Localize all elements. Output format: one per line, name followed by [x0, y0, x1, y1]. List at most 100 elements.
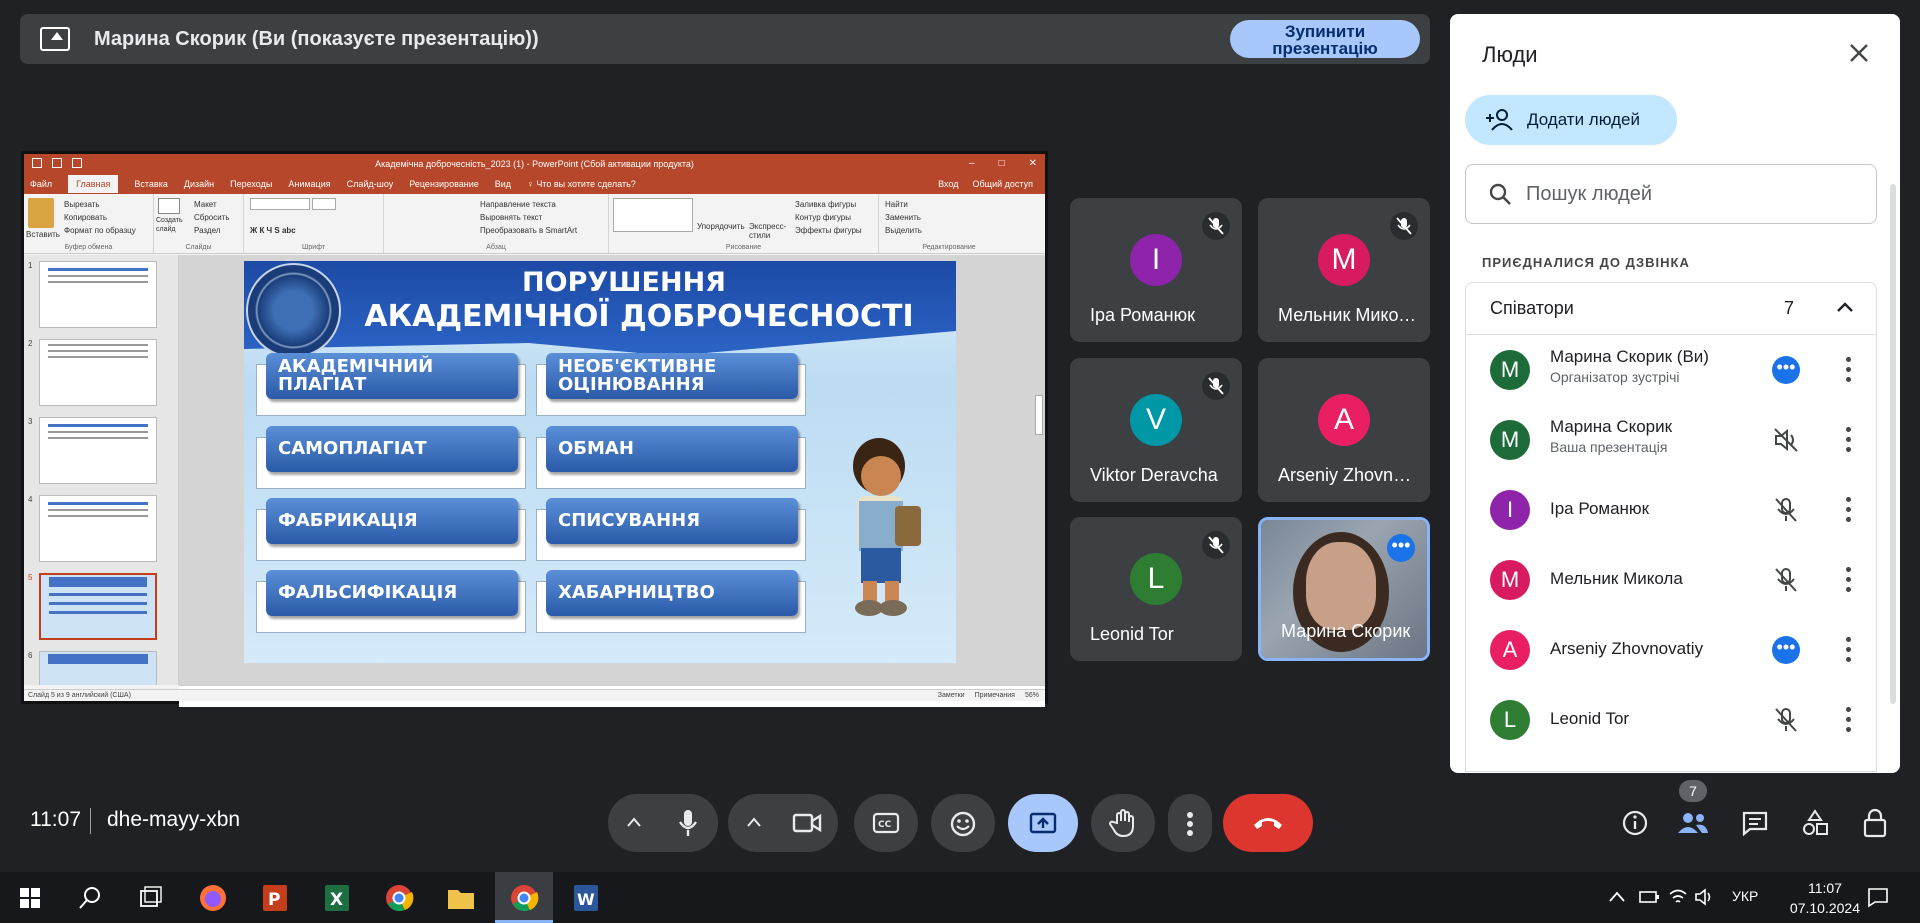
notes-toggle[interactable]: Заметки — [938, 690, 965, 702]
tell-me-search[interactable]: ♀ Что вы хотите сделать? — [527, 179, 636, 189]
participant-row[interactable]: A Arseniy Zhovnovatiy ••• — [1466, 615, 1876, 685]
copy-button[interactable]: Копировать — [64, 211, 147, 224]
more-options-button[interactable] — [1168, 794, 1212, 852]
participant-tile[interactable]: L Leonid Tor — [1070, 517, 1242, 661]
quick-styles-button[interactable]: Экспресс-стили — [749, 222, 789, 240]
people-icon[interactable] — [1676, 811, 1710, 835]
tab-home[interactable]: Главная — [68, 175, 119, 193]
zoom-level[interactable]: 56% — [1025, 690, 1039, 702]
firefox-icon[interactable] — [195, 880, 231, 916]
shapes-gallery[interactable] — [613, 198, 693, 232]
more-options-icon[interactable] — [1846, 707, 1852, 733]
slide-thumbnail-1[interactable] — [39, 261, 157, 328]
captions-button[interactable]: CC — [854, 794, 918, 852]
save-icon[interactable] — [32, 158, 42, 168]
find-button[interactable]: Найти — [885, 198, 1013, 211]
participant-row[interactable]: M Марина Скорик (Ви) Організатор зустріч… — [1466, 335, 1876, 405]
system-clock[interactable]: 11:07 07.10.2024 — [1790, 878, 1860, 918]
slide-thumbnail-6[interactable] — [39, 651, 157, 685]
wifi-icon[interactable] — [1668, 888, 1688, 906]
camera-button[interactable] — [778, 794, 838, 852]
maximize-icon[interactable]: □ — [999, 154, 1005, 174]
share-link[interactable]: Общий доступ — [973, 179, 1033, 189]
participant-row[interactable]: L Leonid Tor — [1466, 685, 1876, 755]
search-input[interactable] — [1526, 182, 1826, 206]
slide-thumbnail-5[interactable] — [39, 573, 157, 640]
replace-button[interactable]: Заменить — [885, 211, 1013, 224]
tab-file[interactable]: Файл — [30, 179, 52, 189]
file-explorer-icon[interactable] — [443, 880, 479, 916]
slide-thumbnail-4[interactable] — [39, 495, 157, 562]
participant-tile[interactable]: A Arseniy Zhovnovatiy — [1258, 358, 1430, 502]
tab-design[interactable]: Дизайн — [184, 179, 214, 189]
close-window-icon[interactable]: ✕ — [1029, 154, 1037, 174]
minimize-icon[interactable]: – — [969, 154, 975, 174]
powerpoint-icon[interactable]: P — [257, 880, 293, 916]
comments-toggle[interactable]: Примечания — [975, 690, 1015, 702]
reset-button[interactable]: Сбросить — [194, 211, 237, 224]
task-view-icon[interactable] — [132, 880, 168, 916]
select-button[interactable]: Выделить — [885, 224, 1013, 237]
more-options-icon[interactable] — [1846, 567, 1852, 593]
participant-tile[interactable]: I Іра Романюк — [1070, 198, 1242, 342]
word-icon[interactable]: W — [568, 880, 604, 916]
volume-icon[interactable] — [1694, 888, 1716, 906]
participant-tile[interactable]: V Viktor Deravcha — [1070, 358, 1242, 502]
participant-row[interactable]: I Іра Романюк — [1466, 475, 1876, 545]
text-direction-button[interactable]: Направление текста — [480, 198, 602, 211]
cut-button[interactable]: Вырезать — [64, 198, 147, 211]
layout-button[interactable]: Макет — [194, 198, 237, 211]
shape-outline-button[interactable]: Контур фигуры — [795, 211, 872, 224]
current-slide[interactable]: ПОРУШЕННЯ АКАДЕМІЧНОЇ ДОБРОЧЕСНОСТІ АКАД… — [244, 261, 956, 663]
more-options-icon[interactable] — [1846, 637, 1852, 663]
chevron-up-icon[interactable] — [1836, 301, 1854, 313]
tab-insert[interactable]: Вставка — [134, 179, 167, 189]
tab-review[interactable]: Рецензирование — [409, 179, 479, 189]
meeting-info-icon[interactable] — [1621, 809, 1649, 837]
raise-hand-button[interactable] — [1091, 794, 1155, 852]
activities-icon[interactable] — [1801, 809, 1829, 837]
add-people-button[interactable]: Додати людей — [1465, 95, 1677, 145]
slide-thumbnail-3[interactable] — [39, 417, 157, 484]
redo-icon[interactable] — [72, 158, 82, 168]
group-header[interactable]: Співатори 7 — [1466, 283, 1876, 335]
chevron-up-icon[interactable] — [1608, 890, 1626, 904]
participant-row[interactable]: M Марина Скорик Ваша презентація — [1466, 405, 1876, 475]
font-name-input[interactable] — [250, 198, 310, 210]
search-icon[interactable] — [72, 880, 108, 916]
participant-tile[interactable]: M Мельник Микола — [1258, 198, 1430, 342]
font-size-input[interactable] — [312, 198, 337, 210]
tab-transitions[interactable]: Переходы — [230, 179, 272, 189]
leave-call-button[interactable] — [1223, 794, 1313, 852]
chevron-up-icon[interactable] — [626, 816, 642, 828]
shape-effects-button[interactable]: Эффекты фигуры — [795, 224, 872, 237]
tab-slideshow[interactable]: Слайд-шоу — [347, 179, 394, 189]
participant-row[interactable]: M Мельник Микола — [1466, 545, 1876, 615]
align-text-button[interactable]: Выровнять текст — [480, 211, 602, 224]
more-options-icon[interactable] — [1846, 497, 1852, 523]
new-slide-icon[interactable] — [158, 198, 180, 214]
sign-in-link[interactable]: Вход — [938, 179, 958, 189]
chat-icon[interactable] — [1741, 810, 1769, 836]
undo-icon[interactable] — [52, 158, 62, 168]
paste-label[interactable]: Вставить — [26, 230, 60, 239]
shape-fill-button[interactable]: Заливка фигуры — [795, 198, 872, 211]
chevron-up-icon[interactable] — [746, 816, 762, 828]
new-slide-label[interactable]: Создать слайд — [156, 216, 188, 234]
stop-presenting-button[interactable]: Зупинити презентацію — [1230, 20, 1420, 58]
notifications-icon[interactable] — [1866, 886, 1890, 908]
slide-scrollbar[interactable] — [1035, 395, 1043, 435]
panel-scrollbar[interactable] — [1890, 184, 1896, 704]
tab-animation[interactable]: Анимация — [288, 179, 330, 189]
more-options-icon[interactable] — [1846, 357, 1852, 383]
close-icon[interactable] — [1846, 40, 1872, 66]
meeting-code[interactable]: dhe-mayy-xbn — [107, 808, 240, 832]
chrome-meet-icon[interactable] — [506, 880, 542, 916]
present-button[interactable] — [1008, 794, 1078, 852]
slide-thumbnail-2[interactable] — [39, 339, 157, 406]
people-search[interactable] — [1465, 164, 1877, 224]
arrange-button[interactable]: Упорядочить — [697, 222, 745, 231]
battery-icon[interactable] — [1638, 889, 1660, 905]
font-format-buttons[interactable]: Ж К Ч S abc — [250, 224, 377, 237]
excel-icon[interactable]: X — [319, 880, 355, 916]
